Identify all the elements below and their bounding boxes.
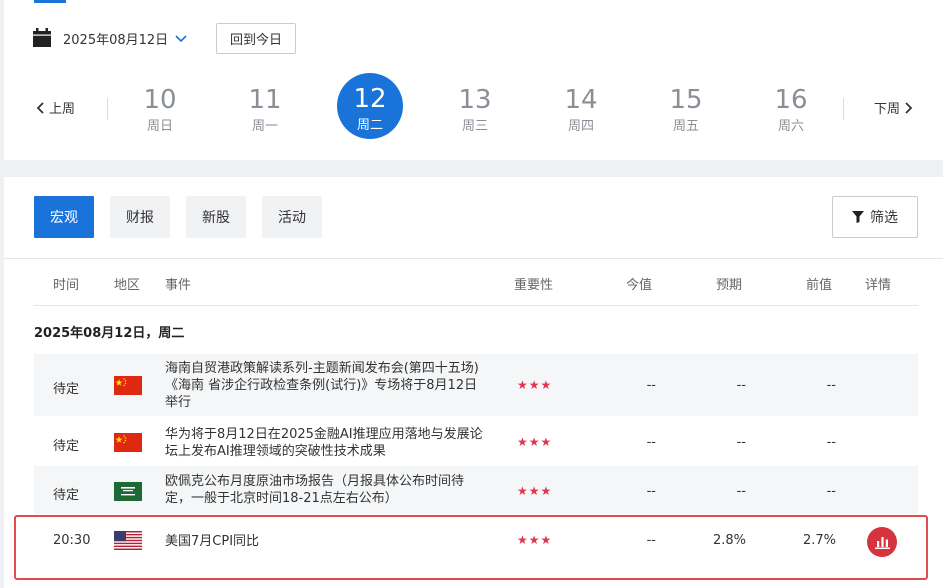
details-button[interactable] [867,527,897,557]
day-weekday: 周三 [461,119,488,134]
date-picker[interactable]: 2025年08月12日 [32,22,188,54]
table-row[interactable]: 待定 华为将于8月12日在2025金融AI推理应用落地与发展论坛上发布AI推理领… [34,418,918,465]
column-header-importance: 重要性 [514,278,554,293]
prev-week-label: 上周 [49,102,76,117]
highlight-box [14,515,928,580]
actual-value: -- [646,435,656,450]
importance-stars: ★★★ [517,435,553,449]
day-weekday: 周六 [777,119,804,134]
importance-stars: ★★★ [517,378,553,392]
top-accent-bar [34,0,66,3]
day-15[interactable]: 15 周五 [656,86,716,134]
column-header-event: 事件 [165,278,192,293]
day-weekday: 周一 [251,119,278,134]
day-number: 11 [248,85,282,115]
chevron-down-icon[interactable] [174,31,188,45]
previous-value: -- [826,378,836,393]
divider [34,305,918,306]
tab-ipo[interactable]: 新股 [186,196,246,238]
filter-icon [852,211,864,223]
previous-value: -- [826,435,836,450]
previous-value: -- [826,484,836,499]
column-header-details: 详情 [865,278,892,293]
event-title[interactable]: 海南自贸港政策解读系列-主题新闻发布会(第四十五场)《海南 省涉企行政检查条例(… [165,360,485,411]
day-10[interactable]: 10 周日 [130,86,190,134]
column-header-forecast: 预期 [716,278,743,293]
chevron-right-icon [905,101,913,114]
column-header-actual: 今值 [626,278,653,293]
day-number: 13 [458,85,492,115]
filter-label: 筛选 [870,210,898,226]
day-number: 10 [143,85,177,115]
chevron-left-icon [36,101,44,114]
china-flag-icon [114,433,142,452]
column-header-region: 地区 [114,278,141,293]
tab-events[interactable]: 活动 [262,196,322,238]
event-time: 待定 [53,439,80,454]
forecast-value: -- [736,484,746,499]
day-number: 12 [353,84,387,114]
event-title[interactable]: 欧佩克公布月度原油市场报告（月报具体公布时间待定，一般于北京时间18-21点左右… [165,473,485,507]
day-12-selected[interactable]: 12 周二 [337,73,403,139]
day-16[interactable]: 16 周六 [761,86,821,134]
selected-date[interactable]: 2025年08月12日 [63,29,168,48]
day-weekday: 周五 [672,119,699,134]
day-weekday: 周二 [356,118,383,133]
prev-week-button[interactable]: 上周 [35,98,75,117]
day-group-heading: 2025年08月12日，周二 [34,326,185,341]
next-week-label: 下周 [874,102,901,117]
event-title[interactable]: 华为将于8月12日在2025金融AI推理应用落地与发展论坛上发布AI推理领域的突… [165,426,485,460]
column-header-previous: 前值 [806,278,833,293]
day-13[interactable]: 13 周三 [445,86,505,134]
divider [4,258,943,259]
calendar-icon [32,28,52,48]
filter-button[interactable]: 筛选 [832,196,918,238]
tab-earnings[interactable]: 财报 [110,196,170,238]
tab-macro[interactable]: 宏观 [34,196,94,238]
china-flag-icon [114,376,142,395]
day-number: 14 [564,85,598,115]
day-11[interactable]: 11 周一 [235,86,295,134]
day-14[interactable]: 14 周四 [551,86,611,134]
saudi-arabia-flag-icon [114,482,142,501]
back-to-today-button[interactable]: 回到今日 [216,23,296,54]
actual-value: -- [646,484,656,499]
divider [843,98,844,120]
table-row[interactable]: 待定 欧佩克公布月度原油市场报告（月报具体公布时间待定，一般于北京时间18-21… [34,466,918,514]
table-row[interactable]: 待定 海南自贸港政策解读系列-主题新闻发布会(第四十五场)《海南 省涉企行政检查… [34,354,918,416]
divider [107,98,108,120]
forecast-value: -- [736,435,746,450]
day-weekday: 周日 [146,119,173,134]
column-header-time: 时间 [53,278,80,293]
next-week-button[interactable]: 下周 [874,98,914,117]
event-time: 待定 [53,382,80,397]
day-number: 15 [669,85,703,115]
actual-value: -- [646,378,656,393]
event-time: 待定 [53,488,80,503]
importance-stars: ★★★ [517,484,553,498]
forecast-value: -- [736,378,746,393]
day-number: 16 [774,85,808,115]
day-weekday: 周四 [567,119,594,134]
bar-chart-icon [874,536,890,549]
